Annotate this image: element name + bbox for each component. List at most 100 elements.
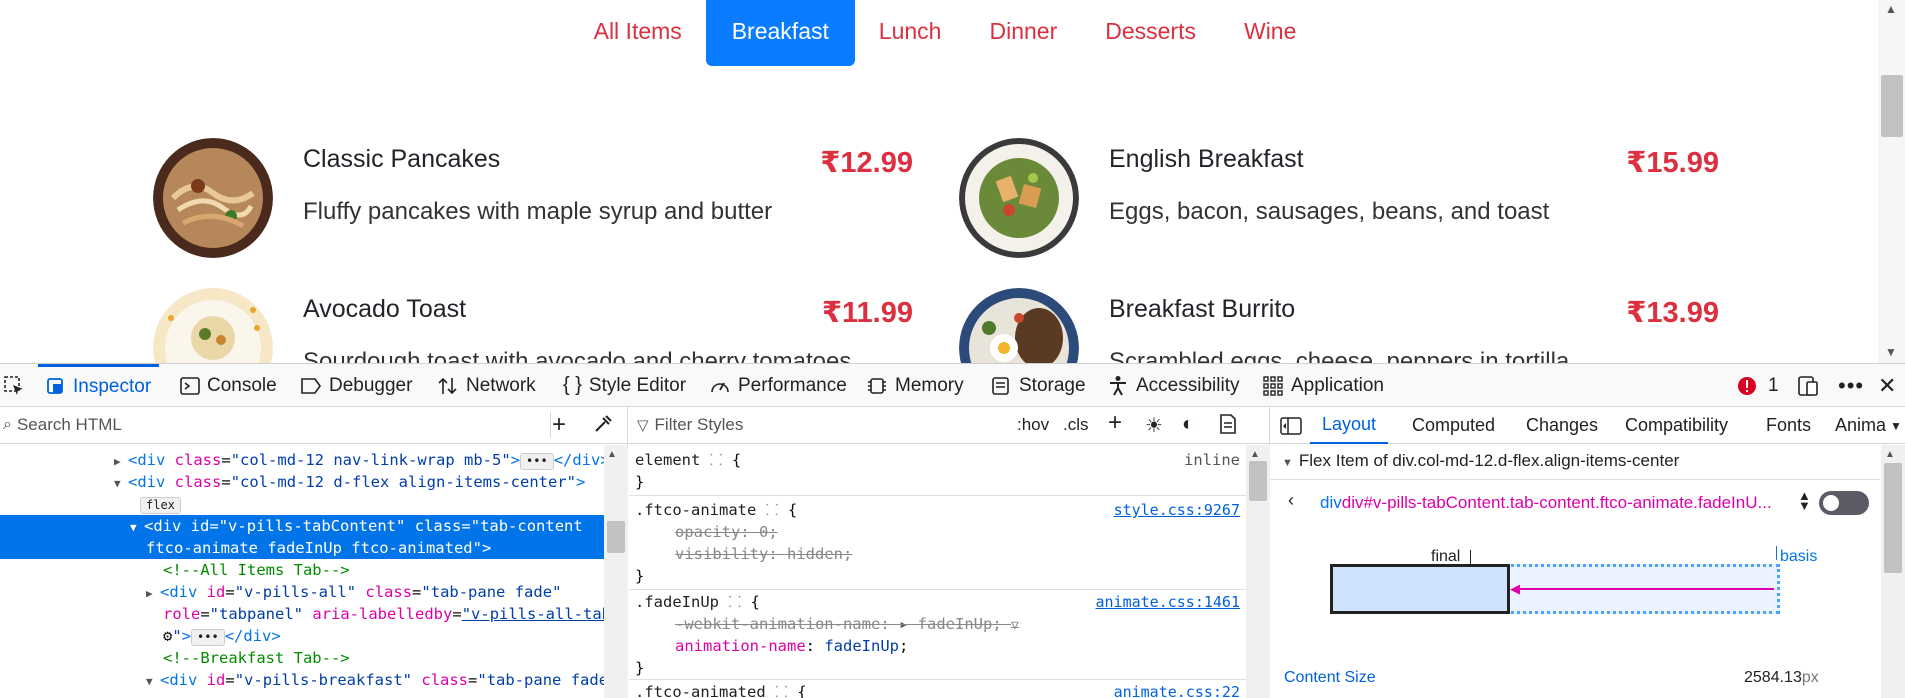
tab-style-editor[interactable]: { } Style Editor [563, 364, 686, 407]
braces-icon: { } [563, 374, 582, 396]
layout-scroll-thumb[interactable] [1884, 463, 1902, 573]
responsive-mode-icon[interactable] [1797, 364, 1826, 407]
html-node[interactable]: ▼ <div id="v-pills-breakfast" class="tab-… [146, 669, 608, 691]
eyedropper-icon[interactable] [593, 412, 613, 439]
source-link[interactable]: animate.css:1461 [1096, 591, 1241, 613]
element-picker-icon[interactable] [3, 364, 33, 407]
cls-toggle[interactable]: .cls [1063, 415, 1089, 435]
html-tree-panel: ⌕ Search HTML + ▶ <div class="col-md-12 n… [0, 407, 628, 698]
rule-fadeinup[interactable]: .fadeInUp ⸬ {animate.css:1461 -webkit-an… [635, 591, 1240, 679]
source-link[interactable]: style.css:9267 [1114, 499, 1240, 521]
layout-panel: Layout Computed Changes Compatibility Fo… [1270, 407, 1905, 698]
tab-desserts[interactable]: Desserts [1081, 0, 1220, 66]
rule-ftco-animate[interactable]: .ftco-animate ⸬ {style.css:9267 opacity:… [635, 499, 1240, 587]
highlight-toggle[interactable] [1819, 491, 1869, 515]
css-declaration[interactable]: opacity: 0; [635, 521, 1240, 543]
scroll-down-icon[interactable]: ▼ [1885, 345, 1897, 359]
tab-layout[interactable]: Layout [1310, 407, 1389, 444]
css-declaration[interactable]: visibility: hidden; [635, 543, 1240, 565]
rule-ftco-animated[interactable]: .ftco-animated ⸬ {animate.css:22 [635, 681, 1240, 698]
filter-styles-bar: ▽ Filter Styles :hov .cls + ☀ ◐ [629, 407, 1269, 444]
html-tree-scroll-thumb[interactable] [607, 521, 625, 553]
print-media-icon[interactable] [1219, 413, 1237, 440]
add-node-icon[interactable]: + [552, 411, 566, 439]
ellipsis-badge[interactable]: ••• [520, 453, 554, 470]
filter-icon[interactable]: ▽ [1011, 618, 1019, 633]
light-theme-icon[interactable]: ☀ [1145, 413, 1163, 438]
tab-lunch[interactable]: Lunch [855, 0, 966, 66]
expand-twisty-icon[interactable]: ▶ [146, 583, 160, 605]
more-options-icon[interactable]: ••• [1838, 364, 1864, 407]
scroll-up-icon[interactable]: ▲ [607, 449, 617, 460]
tab-memory[interactable]: Memory [866, 364, 964, 407]
collapse-twisty-icon[interactable]: ▼ [1282, 457, 1293, 469]
page-scrollbar[interactable] [1878, 0, 1905, 363]
collapse-twisty-icon[interactable]: ▼ [146, 671, 160, 693]
tab-console[interactable]: Console [180, 364, 277, 407]
rule-element[interactable]: element ⸬ {inline } [635, 449, 1240, 493]
tab-wine[interactable]: Wine [1220, 0, 1320, 66]
tab-network[interactable]: Network [437, 364, 536, 407]
tab-compatibility[interactable]: Compatibility [1625, 407, 1728, 444]
hov-toggle[interactable]: :hov [1017, 415, 1049, 435]
tab-computed[interactable]: Computed [1412, 407, 1495, 444]
network-icon [438, 377, 457, 394]
expand-twisty-icon[interactable]: ▶ [114, 451, 128, 473]
menu-item: Breakfast Burrito Scrambled eggs, cheese… [959, 288, 1719, 363]
ellipsis-badge[interactable]: ••• [191, 629, 225, 646]
devtools-toolbar: Inspector Console Debugger Network { } S… [0, 364, 1905, 407]
label-basis: basis [1780, 548, 1818, 565]
inline-label: inline [1184, 451, 1240, 469]
filter-styles-input[interactable]: Filter Styles [655, 415, 744, 435]
tab-dinner[interactable]: Dinner [965, 0, 1081, 66]
tab-changes[interactable]: Changes [1526, 407, 1598, 444]
html-node[interactable]: ▶ <div id="v-pills-all" class="tab-pane f… [146, 581, 561, 603]
dark-theme-icon[interactable]: ◐ [1182, 413, 1194, 436]
tab-application[interactable]: Application [1262, 364, 1384, 407]
menu-item: English Breakfast Eggs, bacon, sausages,… [959, 138, 1719, 278]
tab-label: Performance [738, 374, 847, 396]
tab-fonts[interactable]: Fonts [1766, 407, 1811, 444]
back-chevron-icon[interactable]: ‹ [1288, 490, 1294, 511]
menu-item: Classic Pancakes Fluffy pancakes with ma… [153, 138, 913, 278]
css-declaration[interactable]: -webkit-animation-name: ▸ fadeInUp; ▽ [635, 613, 1240, 635]
flex-item-header[interactable]: ▼ Flex Item of div.col-md-12.d-flex.align… [1282, 451, 1679, 471]
flex-badge[interactable]: flex [140, 493, 181, 515]
sort-arrows-icon[interactable]: ▲ ▼ [1798, 489, 1811, 512]
scroll-up-icon[interactable]: ▲ [1885, 449, 1895, 460]
html-node[interactable]: ▶ <div class="col-md-12 nav-link-wrap mb-… [114, 449, 610, 471]
tab-storage[interactable]: Storage [990, 364, 1086, 407]
html-tree-scrollbar[interactable] [604, 445, 628, 698]
flex-container-selector[interactable]: divdiv#v-pills-tabContent.tab-content.ft… [1320, 493, 1800, 513]
html-node[interactable]: ▼ <div class="col-md-12 d-flex align-item… [114, 471, 585, 493]
item-price: ₹13.99 [1626, 297, 1719, 329]
tab-breakfast[interactable]: Breakfast [705, 0, 855, 66]
tab-debugger[interactable]: Debugger [300, 364, 412, 407]
grid-icon: ⸬ [775, 683, 788, 698]
tab-animations[interactable]: Anima [1835, 407, 1886, 444]
scroll-up-icon[interactable]: ▲ [1250, 449, 1260, 460]
search-html-input[interactable]: Search HTML [17, 415, 122, 435]
devtools-panel: Inspector Console Debugger Network { } S… [0, 363, 1905, 698]
collapse-twisty-icon[interactable]: ▼ [130, 517, 144, 539]
tab-inspector[interactable]: Inspector [38, 364, 160, 407]
collapse-twisty-icon[interactable]: ▼ [114, 473, 128, 495]
page-scrollbar-thumb[interactable] [1881, 75, 1903, 137]
more-tabs-chevron-icon[interactable]: ▼ [1890, 407, 1902, 444]
html-comment[interactable]: <!--All Items Tab--> [163, 559, 350, 581]
html-comment[interactable]: <!--Breakfast Tab--> [163, 647, 350, 669]
item-name: Avocado Toast [303, 295, 467, 323]
selected-html-node[interactable]: ▼ <div id="v-pills-tabContent" class="tab… [0, 515, 604, 559]
toggle-sidebar-icon[interactable] [1280, 407, 1302, 444]
scroll-up-icon[interactable]: ▲ [1885, 2, 1897, 16]
tab-performance[interactable]: Performance [709, 364, 847, 407]
tab-accessibility[interactable]: Accessibility [1107, 364, 1239, 407]
rules-scroll-thumb[interactable] [1249, 461, 1267, 501]
event-gear-icon[interactable]: ⚙ [163, 627, 172, 645]
error-count-badge[interactable]: 1 [1737, 364, 1779, 407]
tab-all-items[interactable]: All Items [570, 0, 706, 66]
close-icon[interactable]: ✕ [1878, 364, 1896, 407]
css-declaration[interactable]: animation-name: fadeInUp; [635, 635, 1240, 657]
source-link[interactable]: animate.css:22 [1114, 681, 1240, 698]
add-rule-icon[interactable]: + [1108, 409, 1122, 437]
